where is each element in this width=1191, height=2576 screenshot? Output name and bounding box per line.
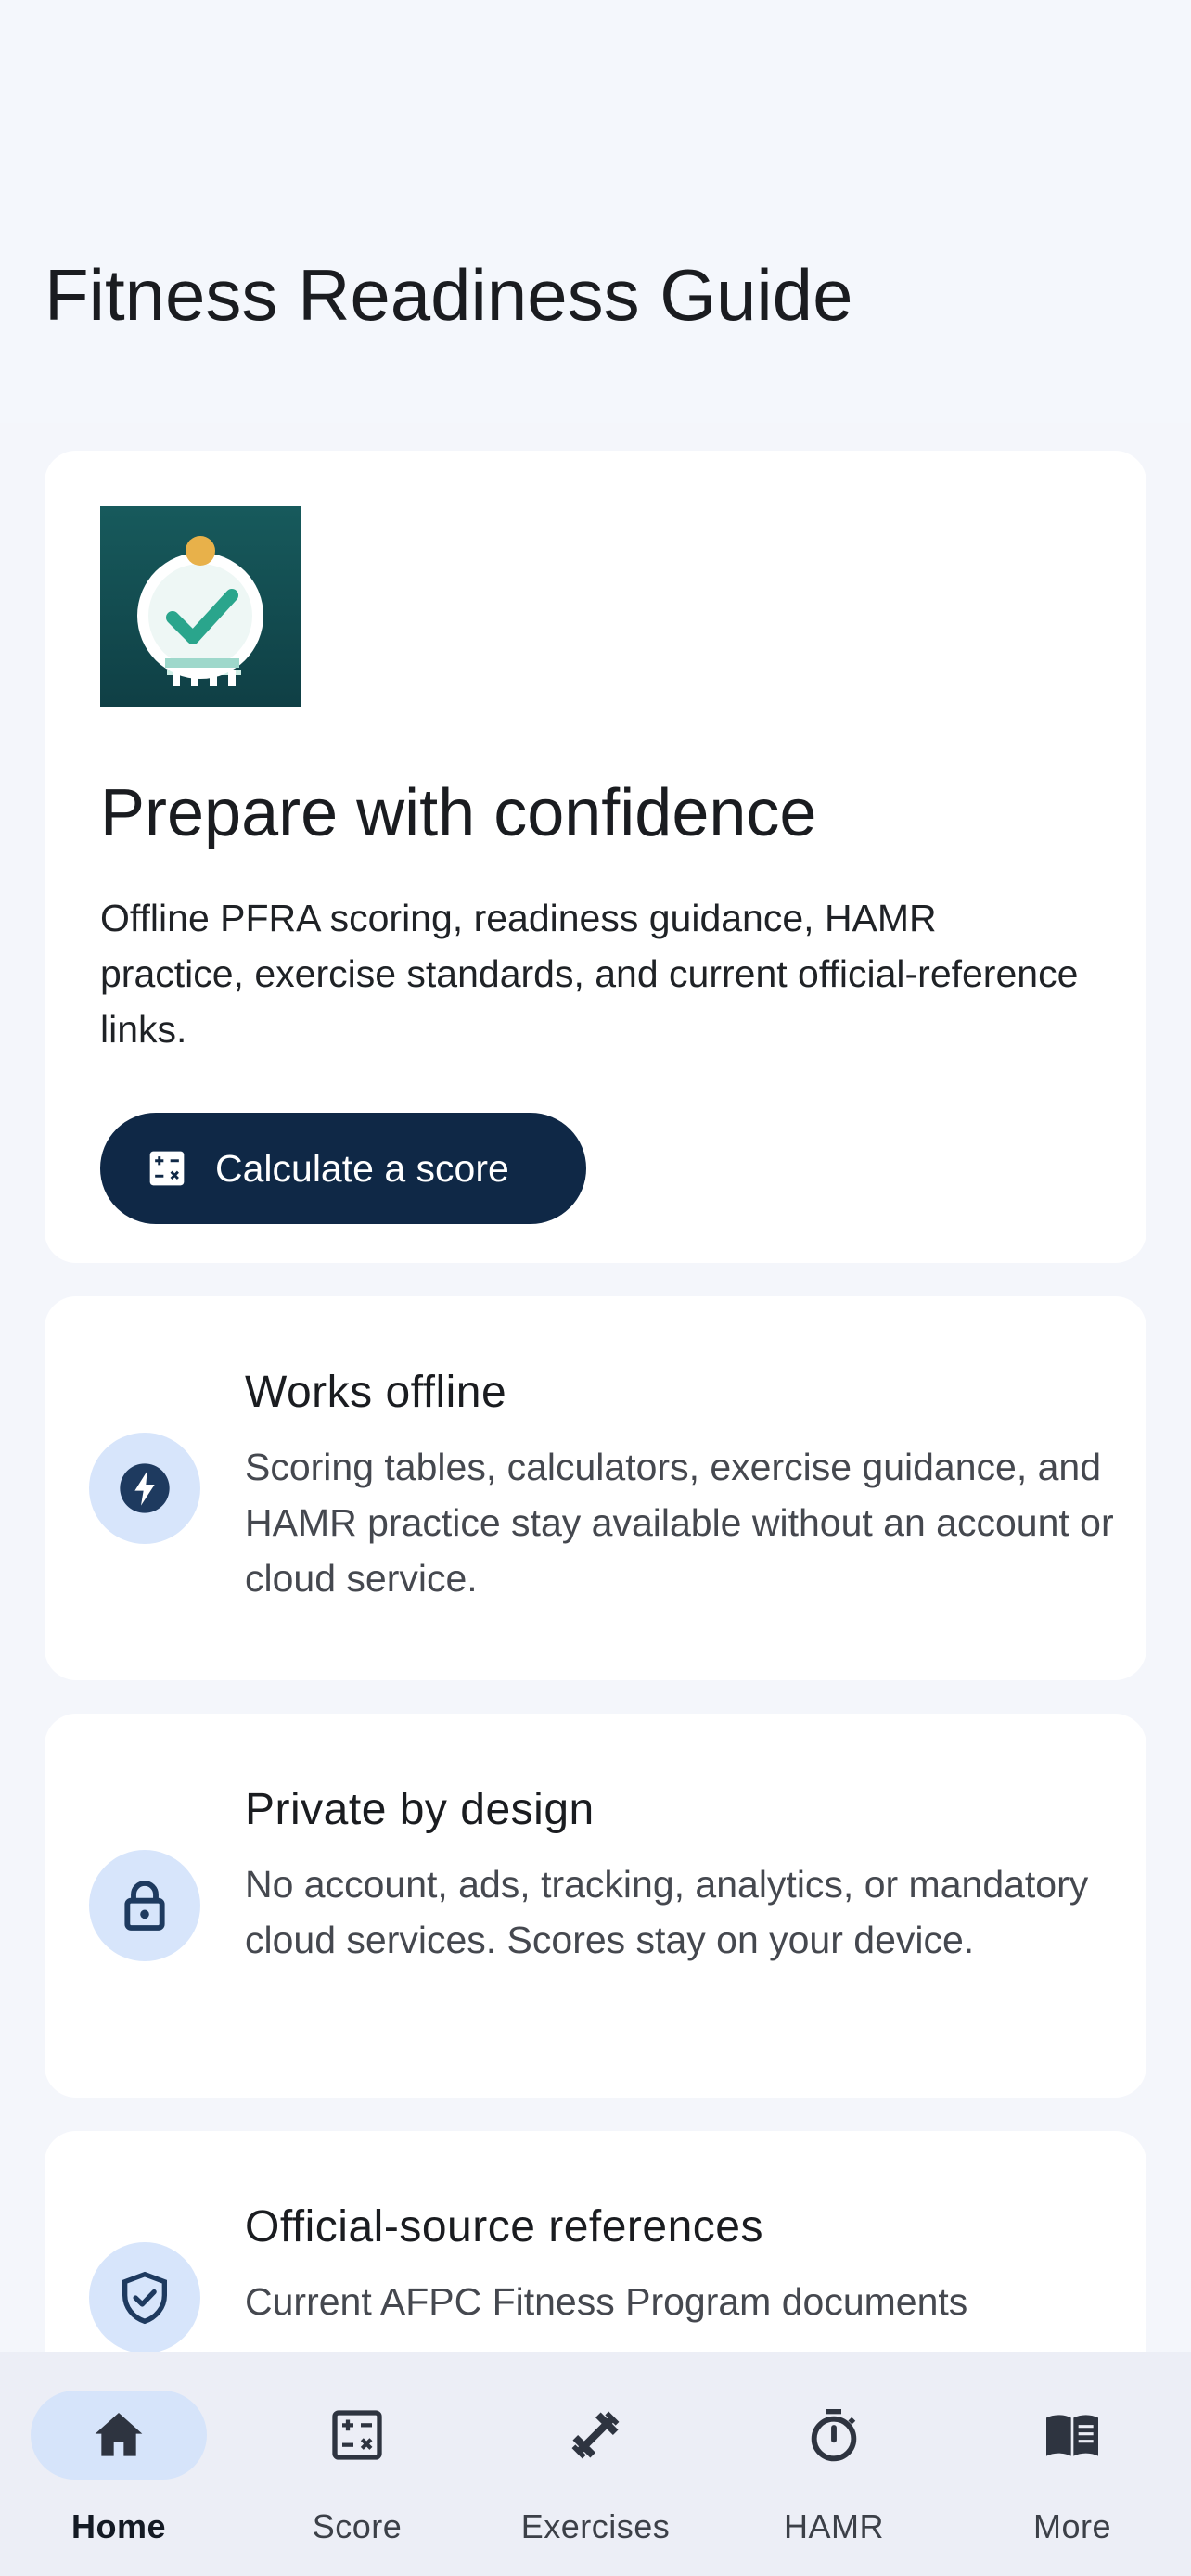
dumbbell-icon — [571, 2411, 620, 2459]
feature-card-private: Private by design No account, ads, track… — [45, 1714, 1146, 2098]
lightning-bolt-icon — [89, 1433, 200, 1544]
nav-label: Score — [312, 2507, 403, 2545]
calculate-score-label: Calculate a score — [215, 1146, 509, 1190]
feature-description: Scoring tables, calculators, exercise gu… — [245, 1446, 1114, 1600]
page-title: Fitness Readiness Guide — [45, 254, 853, 336]
feature-description: No account, ads, tracking, analytics, or… — [245, 1863, 1089, 1961]
nav-item-more[interactable]: More — [954, 2352, 1191, 2576]
nav-item-score[interactable]: Score — [238, 2352, 476, 2576]
nav-item-exercises[interactable]: Exercises — [477, 2352, 714, 2576]
nav-icon-container — [746, 2391, 922, 2480]
nav-label: Exercises — [520, 2507, 671, 2545]
nav-label: Home — [70, 2507, 167, 2545]
nav-icon-container — [269, 2391, 445, 2480]
nav-label: HAMR — [784, 2507, 884, 2545]
nav-icon-container — [507, 2391, 684, 2480]
home-icon — [95, 2413, 143, 2456]
app-screen: Fitness Readiness Guide Prepare with con… — [0, 0, 1191, 2576]
hero-description: Offline PFRA scoring, readiness guidance… — [100, 897, 1079, 1051]
feature-title: Official-source references — [245, 2202, 763, 2251]
lock-icon — [89, 1850, 200, 1961]
top-app-bar: Fitness Readiness Guide — [0, 0, 1191, 423]
feature-card-offline: Works offline Scoring tables, calculator… — [45, 1296, 1146, 1680]
feature-description: Current AFPC Fitness Program documents — [245, 2280, 968, 2323]
checkmark-medal-icon — [100, 506, 301, 707]
hero-heading: Prepare with confidence — [100, 776, 817, 850]
shield-check-icon — [89, 2242, 200, 2353]
bottom-navigation-bar: Home Score Exercises HAMR More — [0, 2352, 1191, 2576]
nav-icon-container — [984, 2391, 1160, 2480]
nav-active-indicator — [31, 2391, 207, 2480]
hero-card: Prepare with confidence Offline PFRA sco… — [45, 451, 1146, 1263]
stopwatch-icon — [811, 2409, 857, 2462]
calculate-score-button[interactable]: Calculate a score — [100, 1113, 586, 1224]
nav-item-hamr[interactable]: HAMR — [715, 2352, 953, 2576]
nav-item-home[interactable]: Home — [0, 2352, 237, 2576]
feature-title: Works offline — [245, 1368, 507, 1417]
feature-title: Private by design — [245, 1785, 595, 1834]
calculator-icon — [332, 2410, 382, 2460]
calculator-icon — [149, 1151, 185, 1186]
nav-label: More — [1032, 2507, 1112, 2545]
book-icon — [1046, 2415, 1098, 2456]
